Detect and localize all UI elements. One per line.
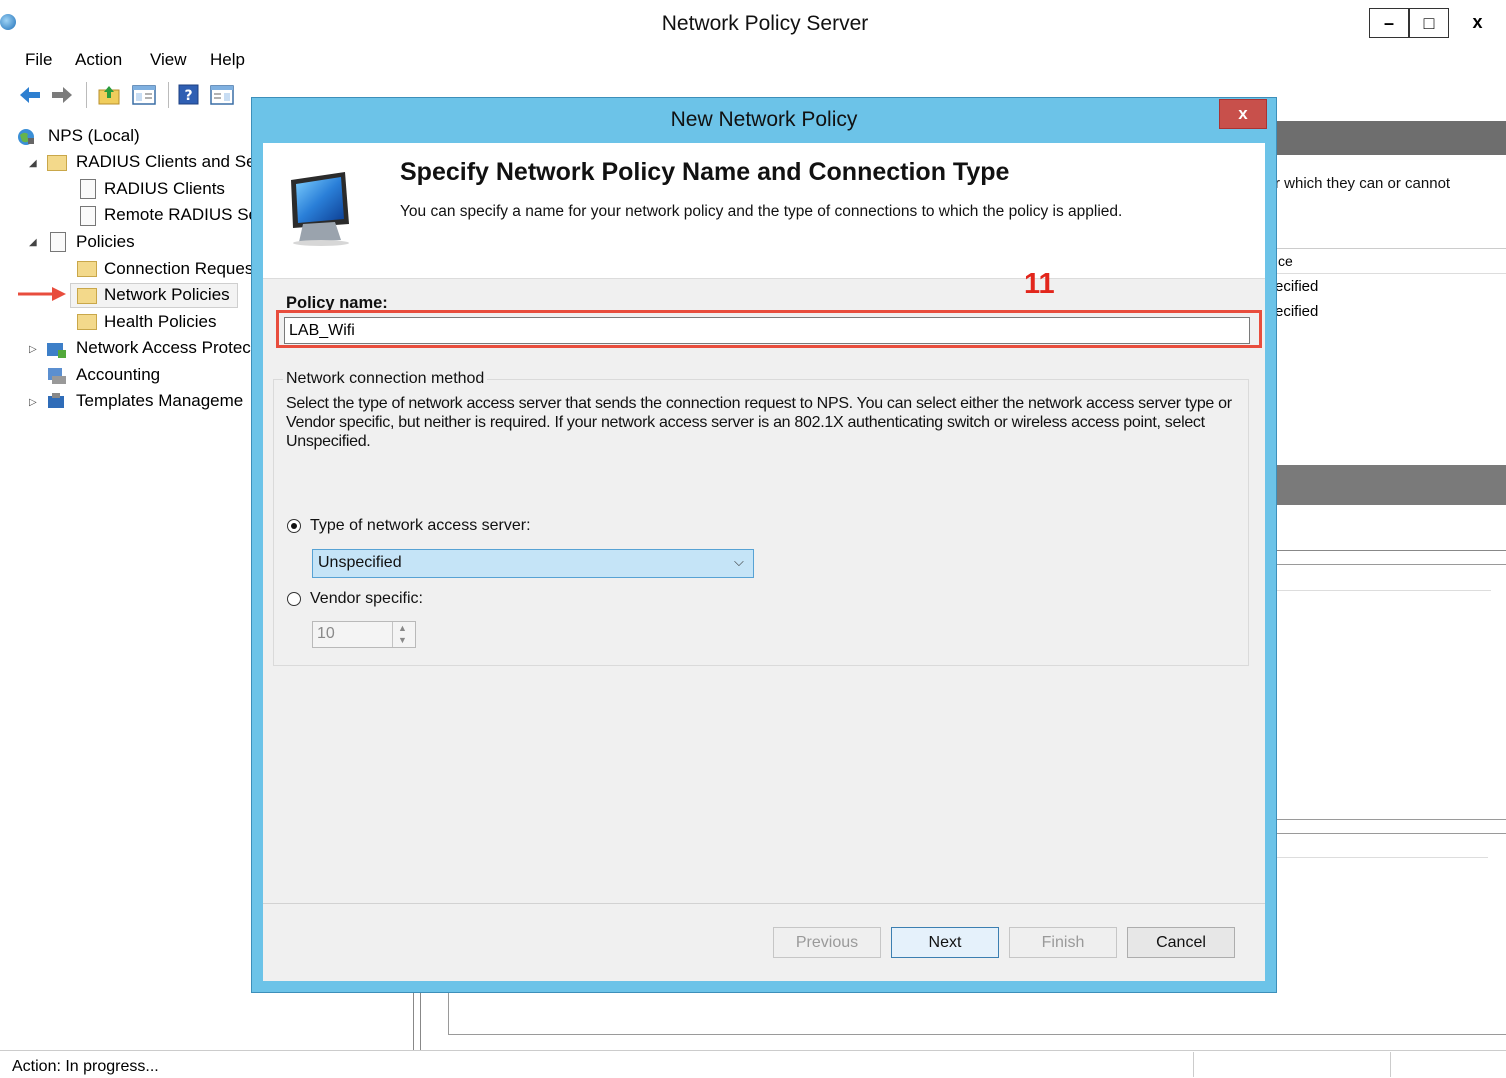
folder-icon <box>77 314 97 330</box>
server-group-icon <box>80 206 96 226</box>
restore-icon: □ <box>1423 12 1435 33</box>
wizard-heading: Specify Network Policy Name and Connecti… <box>400 158 1010 186</box>
tree-item-network-policies[interactable]: Network Policies <box>104 285 230 305</box>
server-icon <box>80 179 96 199</box>
minimize-button[interactable]: – <box>1369 8 1409 38</box>
connection-method-group-title: Network connection method <box>283 370 488 388</box>
help-icon[interactable]: ? <box>178 84 200 106</box>
close-icon: x <box>1238 104 1248 123</box>
toolbar-separator <box>86 82 87 108</box>
network-policies-folder-icon <box>77 288 97 304</box>
divider <box>1275 550 1506 551</box>
stepper-up-icon[interactable]: ▲ <box>398 623 407 633</box>
right-pane-row[interactable]: ecified <box>1275 303 1318 320</box>
detail-box <box>1275 564 1506 820</box>
svg-text:?: ? <box>184 88 192 104</box>
right-pane-column-label: ce <box>1278 253 1293 269</box>
policy-name-input[interactable] <box>284 317 1250 344</box>
tree-root-icon <box>16 127 36 152</box>
nas-type-select-value: Unspecified <box>318 554 402 571</box>
menu-file[interactable]: File <box>25 50 52 70</box>
radio-vendor-specific[interactable] <box>287 592 301 606</box>
annotation-step-number: 11 <box>1024 268 1055 300</box>
menu-view[interactable]: View <box>150 50 187 70</box>
dialog-title: New Network Policy <box>670 108 858 131</box>
next-button[interactable]: Next <box>891 927 999 958</box>
tree-item-remote-radius[interactable]: Remote RADIUS Se <box>104 205 258 225</box>
back-arrow-icon[interactable] <box>18 84 40 106</box>
tree-item-network-access-protection[interactable]: Network Access Protec <box>76 338 251 358</box>
menu-action[interactable]: Action <box>75 50 122 70</box>
tree-item-health-policies[interactable]: Health Policies <box>104 312 216 332</box>
finish-button[interactable]: Finish <box>1009 927 1117 958</box>
divider <box>263 903 1265 904</box>
tree-item-templates-management[interactable]: Templates Manageme <box>76 391 243 411</box>
minimize-icon: – <box>1383 12 1394 33</box>
up-folder-icon[interactable] <box>98 84 120 106</box>
wizard-subheading: You can specify a name for your network … <box>400 203 1123 220</box>
pane-splitter[interactable] <box>413 993 414 1050</box>
status-text: Action: In progress... <box>12 1058 159 1075</box>
radio-type-of-nas-label[interactable]: Type of network access server: <box>310 517 531 535</box>
right-pane-header-bar <box>1275 121 1506 155</box>
status-bar <box>0 1050 1506 1078</box>
folder-icon <box>47 155 67 171</box>
pane-splitter[interactable] <box>420 993 421 1050</box>
window-top-edge <box>0 0 1506 7</box>
right-pane-column-header <box>1275 248 1506 274</box>
tree-item-connection-request[interactable]: Connection Reques <box>104 259 253 279</box>
divider <box>1275 590 1491 591</box>
toolbar-separator <box>168 82 169 108</box>
right-pane-row[interactable]: ecified <box>1275 278 1318 295</box>
tree-item-nps-local[interactable]: NPS (Local) <box>48 126 140 146</box>
folder-icon <box>77 261 97 277</box>
annotation-arrow-icon <box>16 285 68 308</box>
radio-type-of-nas[interactable] <box>287 519 301 533</box>
stepper-down-icon[interactable]: ▼ <box>398 635 407 645</box>
collapse-caret-icon[interactable]: ▷ <box>29 344 37 355</box>
tree-item-policies[interactable]: Policies <box>76 232 135 252</box>
wizard-computer-icon <box>283 166 361 251</box>
close-icon: x <box>1472 11 1483 32</box>
tree-item-radius-clients[interactable]: RADIUS Clients <box>104 179 225 199</box>
main-window-title: Network Policy Server <box>661 12 869 35</box>
policies-icon <box>50 232 66 252</box>
nap-icon <box>46 340 68 365</box>
templates-icon <box>46 392 68 417</box>
expand-caret-icon[interactable]: ◢ <box>29 158 37 169</box>
show-hide-action-pane-icon[interactable] <box>210 84 234 106</box>
radio-vendor-specific-label[interactable]: Vendor specific: <box>310 590 423 608</box>
connection-method-description: Select the type of network access server… <box>286 395 1232 450</box>
collapse-caret-icon[interactable]: ▷ <box>29 397 37 408</box>
cancel-button[interactable]: Cancel <box>1127 927 1235 958</box>
status-divider <box>1193 1052 1194 1077</box>
tree-item-accounting[interactable]: Accounting <box>76 365 160 385</box>
show-hide-console-tree-icon[interactable] <box>132 84 156 106</box>
chevron-down-icon: ⌵ <box>734 554 744 569</box>
expand-caret-icon[interactable]: ◢ <box>29 237 37 248</box>
forward-arrow-icon[interactable] <box>50 84 72 106</box>
right-pane-section-bar <box>1275 465 1506 505</box>
menu-help[interactable]: Help <box>210 50 245 70</box>
restore-button[interactable]: □ <box>1409 8 1449 38</box>
right-pane-description: r which they can or cannot <box>1275 175 1451 192</box>
status-divider <box>1390 1052 1391 1077</box>
dialog-close-button[interactable]: x <box>1219 99 1267 129</box>
tree-item-radius-clients-servers[interactable]: RADIUS Clients and Se <box>76 152 256 172</box>
accounting-icon <box>46 366 68 391</box>
divider <box>263 278 1265 279</box>
vendor-id-value: 10 <box>317 625 335 642</box>
close-window-button[interactable]: x <box>1449 8 1506 36</box>
previous-button[interactable]: Previous <box>773 927 881 958</box>
